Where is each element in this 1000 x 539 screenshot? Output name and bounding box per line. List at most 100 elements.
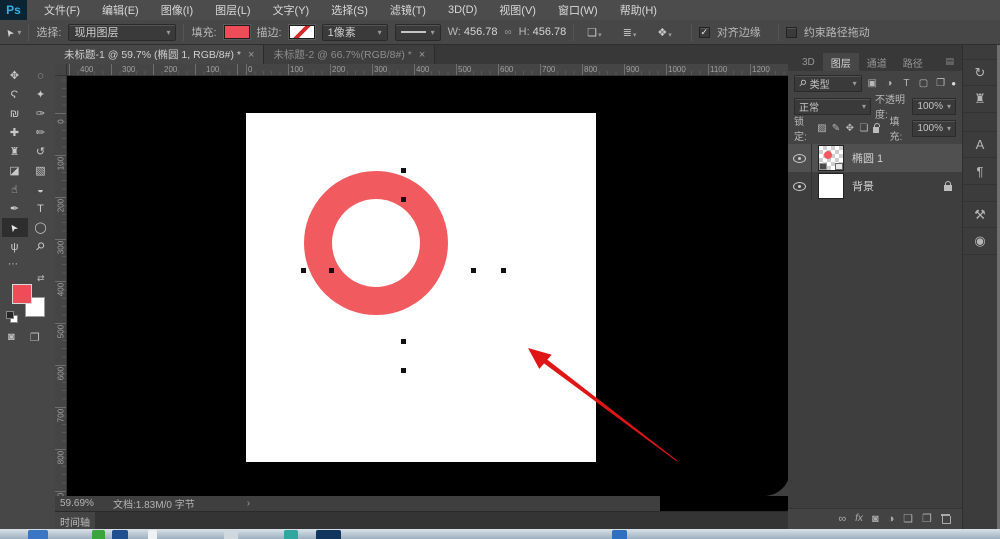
tool-presets-panel-icon[interactable]: ⚒ — [963, 201, 997, 228]
path-selection-tool[interactable]: ➤ — [2, 218, 28, 237]
lock-pixels-icon[interactable]: ✎ — [831, 121, 841, 136]
tab-paths[interactable]: 路径 — [895, 53, 931, 71]
filter-shape-layers-icon[interactable]: ▢ — [917, 76, 930, 91]
taskbar-item[interactable] — [28, 530, 48, 539]
taskbar-item[interactable] — [112, 530, 128, 539]
stroke-type-dropdown[interactable]: ▾ — [395, 24, 441, 41]
taskbar-item[interactable] — [612, 530, 627, 539]
filter-type-layers-icon[interactable]: T — [900, 76, 913, 91]
timeline-tab[interactable]: 时间轴 — [55, 512, 95, 530]
tab-layers[interactable]: 图层 — [823, 53, 859, 71]
layer-name[interactable]: 背景 — [852, 178, 874, 194]
smudge-tool[interactable]: ☝ — [2, 180, 28, 199]
path-operations-button[interactable]: ❏ ▾ — [587, 26, 601, 39]
path-anchor-point[interactable] — [401, 168, 406, 173]
clone-stamp-tool[interactable]: ♜ — [2, 142, 28, 161]
close-icon[interactable]: × — [419, 49, 425, 61]
document-tab-1[interactable]: 未标题-1 @ 59.7% (椭圆 1, RGB/8#) * × — [55, 45, 264, 64]
dodge-tool[interactable]: ◒ — [28, 180, 54, 199]
menu-item-select[interactable]: 选择(S) — [320, 0, 379, 20]
filter-type-dropdown[interactable]: ⚲ 类型 ▾ — [794, 75, 862, 92]
layer-name[interactable]: 椭圆 1 — [852, 150, 883, 166]
filter-toggle-icon[interactable]: ● — [951, 79, 956, 88]
creative-cloud-icon[interactable]: ◉ — [963, 228, 997, 255]
taskbar-item[interactable] — [224, 530, 238, 539]
path-anchor-point[interactable] — [301, 268, 306, 273]
gradient-tool[interactable]: ▧ — [28, 161, 54, 180]
adjustment-layer-icon[interactable]: ◑ — [888, 513, 895, 525]
menu-item-edit[interactable]: 编辑(E) — [91, 0, 150, 20]
link-layers-icon[interactable]: ∞ — [838, 513, 846, 525]
fill-color-swatch[interactable] — [224, 25, 250, 39]
magic-wand-tool[interactable]: ✦ — [28, 85, 54, 104]
windows-taskbar[interactable] — [0, 529, 1000, 539]
zoom-level[interactable]: 59.69% — [55, 498, 113, 509]
path-anchor-point[interactable] — [471, 268, 476, 273]
pen-tool[interactable]: ✒ — [2, 199, 28, 218]
height-field[interactable]: H: 456.78 — [519, 26, 567, 38]
filter-image-layers-icon[interactable]: ▣ — [866, 76, 879, 91]
stroke-width-dropdown[interactable]: 1像素 ▾ — [322, 24, 388, 41]
eraser-tool[interactable]: ◪ — [2, 161, 28, 180]
history-brush-tool[interactable]: ↺ — [28, 142, 54, 161]
panel-menu-icon[interactable]: ▤ — [945, 56, 954, 67]
path-anchor-point[interactable] — [501, 268, 506, 273]
screen-mode-icon[interactable]: ❐ — [30, 331, 40, 344]
path-anchor-point[interactable] — [401, 197, 406, 202]
new-group-icon[interactable]: ❏ — [903, 512, 913, 525]
blend-mode-dropdown[interactable]: 正常 ▾ — [794, 98, 871, 115]
marquee-tool[interactable]: ◌ — [28, 66, 54, 85]
taskbar-item[interactable] — [316, 530, 341, 539]
foreground-color-swatch[interactable] — [12, 284, 32, 304]
switch-colors-icon[interactable]: ⇄ — [37, 273, 45, 284]
brush-tool[interactable]: ✏ — [28, 123, 54, 142]
lock-all-icon[interactable] — [873, 127, 880, 133]
eyedropper-tool[interactable]: ✑ — [28, 104, 54, 123]
menu-item-help[interactable]: 帮助(H) — [609, 0, 668, 20]
add-layer-mask-icon[interactable]: ◙ — [872, 513, 879, 525]
status-chevron-icon[interactable]: › — [247, 498, 250, 509]
new-layer-icon[interactable]: ❐ — [922, 512, 932, 525]
type-tool[interactable]: T — [28, 199, 54, 218]
tool-preset-dropdown[interactable]: ➤ ▾ — [6, 27, 21, 38]
layer-style-icon[interactable]: fx — [855, 513, 863, 524]
menu-item-type[interactable]: 文字(Y) — [262, 0, 321, 20]
align-edges-checkbox[interactable]: ✓ — [699, 27, 710, 38]
opacity-dropdown[interactable]: 100% ▾ — [912, 98, 956, 115]
paragraph-panel-icon[interactable]: ¶ — [963, 158, 997, 185]
select-mode-dropdown[interactable]: 现用图层 ▾ — [68, 24, 176, 41]
lock-transparent-icon[interactable]: ▨ — [817, 121, 827, 136]
clone-source-panel-icon[interactable]: ♜ — [963, 86, 997, 113]
character-panel-icon[interactable]: A — [963, 131, 997, 158]
delete-layer-icon[interactable] — [941, 513, 950, 524]
ellipse-tool[interactable]: ◯ — [28, 218, 54, 237]
visibility-cell[interactable] — [788, 172, 812, 200]
path-anchor-point[interactable] — [401, 339, 406, 344]
default-colors-icon[interactable] — [6, 311, 18, 323]
path-arrangement-button[interactable]: ❖ ▾ — [657, 26, 671, 39]
constrain-path-checkbox[interactable] — [786, 27, 797, 38]
history-panel-icon[interactable]: ↻ — [963, 59, 997, 86]
layer-row-background[interactable]: 背景 — [788, 172, 962, 200]
layer-thumbnail[interactable] — [818, 145, 844, 171]
visibility-cell[interactable] — [788, 144, 812, 172]
menu-item-window[interactable]: 窗口(W) — [547, 0, 609, 20]
width-field[interactable]: W: 456.78 — [448, 26, 498, 38]
filter-smart-object-icon[interactable]: ❐ — [934, 76, 947, 91]
layer-thumbnail[interactable] — [818, 173, 844, 199]
path-alignment-button[interactable]: ≣ ▾ — [623, 26, 637, 39]
taskbar-item[interactable] — [148, 530, 157, 539]
path-anchor-point[interactable] — [329, 268, 334, 273]
healing-brush-tool[interactable]: ✚ — [2, 123, 28, 142]
menu-item-view[interactable]: 视图(V) — [488, 0, 547, 20]
edit-toolbar-icon[interactable]: ⋯ — [0, 256, 55, 270]
crop-tool[interactable]: ₪ — [2, 104, 28, 123]
quick-mask-icon[interactable]: ◙ — [8, 331, 15, 343]
link-dimensions-icon[interactable]: ∞ — [505, 27, 512, 38]
hand-tool[interactable]: ψ — [2, 237, 28, 256]
lasso-tool[interactable]: Ϛ — [2, 85, 28, 104]
ellipse-ring-shape[interactable] — [304, 171, 448, 315]
document-tab-2[interactable]: 未标题-2 @ 66.7%(RGB/8#) * × — [264, 45, 435, 64]
tab-channels[interactable]: 通道 — [859, 53, 895, 71]
menu-item-file[interactable]: 文件(F) — [33, 0, 91, 20]
